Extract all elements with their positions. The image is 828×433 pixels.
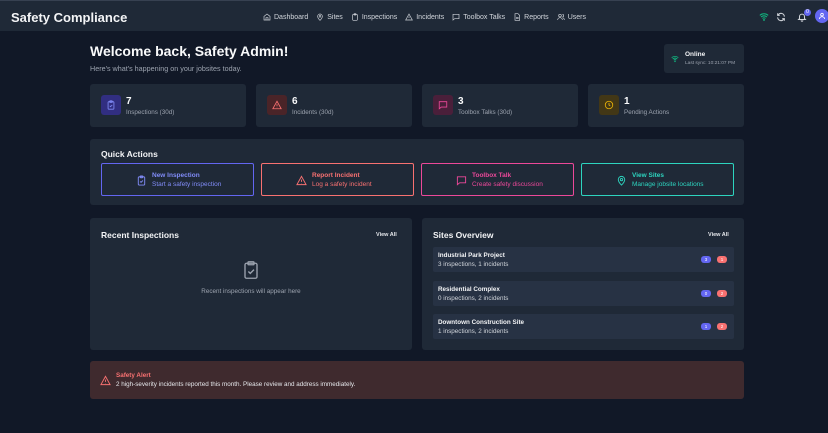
message-square-icon [438,101,448,110]
status-label: Online [685,51,706,58]
inspections-count-badge: 3 [701,256,711,263]
stat-icon-bg [433,95,453,115]
view-all-sites-link[interactable]: View All [708,232,729,238]
app-title[interactable]: Safety Compliance [11,10,127,25]
alert-title: Safety Alert [116,372,151,379]
message-square-icon [456,176,467,186]
action-subtitle: Manage jobsite locations [632,181,704,188]
notification-badge: 0 [804,9,811,16]
site-meta: 1 inspections, 2 incidents [438,328,509,335]
stat-icon-bg [599,95,619,115]
nav-inspections[interactable]: Inspections [351,10,397,24]
section-title: Recent Inspections [101,230,179,240]
stat-label: Incidents (30d) [292,109,334,116]
connection-status-card: Online Last sync: 10:21:07 PM [664,44,744,73]
nav-sites[interactable]: Sites [316,10,343,24]
toolbox-talk-button[interactable]: Toolbox Talk Create safety discussion [421,163,574,196]
stat-value: 3 [458,96,464,107]
site-meta: 0 inspections, 2 incidents [438,295,509,302]
stat-card-pending-actions: 1 Pending Actions [588,84,744,127]
file-text-icon [514,13,521,21]
nav-reports[interactable]: Reports [513,10,549,24]
site-meta: 3 inspections, 1 incidents [438,261,509,268]
stat-label: Inspections (30d) [126,109,175,116]
nav-incidents[interactable]: Incidents [405,10,444,24]
stat-value: 1 [624,96,630,107]
action-subtitle: Create safety discussion [472,181,543,188]
nav-label: Incidents [416,13,445,21]
stat-label: Pending Actions [624,109,670,116]
refresh-icon[interactable] [776,12,786,22]
view-all-inspections-link[interactable]: View All [376,232,397,238]
users-icon [557,14,565,21]
nav-label: Users [567,13,586,21]
stat-value: 6 [292,96,298,107]
alert-message: 2 high-severity incidents reported this … [116,381,356,388]
nav-label: Reports [524,13,549,21]
recent-inspections-panel: Recent Inspections View All [90,218,412,350]
clipboard-check-icon [244,261,258,279]
site-row[interactable]: Downtown Construction Site 1 inspections… [433,314,734,339]
user-icon [818,12,826,20]
incidents-count-badge: 1 [717,256,727,263]
nav-users[interactable]: Users [557,10,586,24]
inspections-count-badge: 1 [701,323,711,330]
top-navbar: Safety Compliance Dashboard Sites Inspec… [0,0,828,31]
section-title: Quick Actions [101,149,158,159]
view-sites-button[interactable]: View Sites Manage jobsite locations [581,163,734,196]
nav-toolbox-talks[interactable]: Toolbox Talks [452,10,505,24]
stat-value: 7 [126,96,132,107]
section-title: Sites Overview [433,230,494,240]
new-inspection-button[interactable]: New Inspection Start a safety inspection [101,163,254,196]
message-square-icon [452,14,460,21]
site-name: Downtown Construction Site [438,319,525,326]
alert-triangle-icon [296,175,307,186]
action-title: New Inspection [152,172,200,179]
stat-icon-bg [267,95,287,115]
page-title: Welcome back, Safety Admin! [90,43,289,59]
incidents-count-badge: 2 [717,290,727,297]
stat-card-toolbox-talks: 3 Toolbox Talks (30d) [422,84,578,127]
stat-card-inspections: 7 Inspections (30d) [90,84,246,127]
wifi-icon [759,13,769,21]
action-title: Report Incident [312,172,360,179]
clipboard-check-icon [137,175,146,186]
stat-card-incidents: 6 Incidents (30d) [256,84,412,127]
stat-icon-bg [101,95,121,115]
nav-dashboard[interactable]: Dashboard [263,10,308,24]
clipboard-icon [352,13,358,21]
action-subtitle: Start a safety inspection [152,181,222,188]
main-nav: Dashboard Sites Inspections Incidents To… [263,10,594,24]
home-icon [263,13,271,21]
user-avatar[interactable] [815,9,828,23]
site-name: Residential Complex [438,286,500,293]
safety-alert-banner: Safety Alert 2 high-severity incidents r… [90,361,744,399]
page-subtitle: Here's what's happening on your jobsites… [90,64,242,73]
clipboard-check-icon [107,100,115,110]
nav-label: Inspections [361,13,398,21]
map-pin-icon [617,175,626,186]
incidents-count-badge: 2 [717,323,727,330]
clock-icon [604,100,614,110]
nav-label: Toolbox Talks [463,13,506,21]
stat-label: Toolbox Talks (30d) [458,109,513,116]
report-incident-button[interactable]: Report Incident Log a safety incident [261,163,414,196]
site-name: Industrial Park Project [438,252,505,259]
map-pin-icon [317,13,323,21]
site-row[interactable]: Residential Complex 0 inspections, 2 inc… [433,281,734,306]
wifi-icon [671,55,679,63]
action-subtitle: Log a safety incident [312,181,372,188]
empty-state-text: Recent inspections will appear here [201,288,301,295]
site-row[interactable]: Industrial Park Project 3 inspections, 1… [433,247,734,272]
action-title: View Sites [632,172,665,179]
alert-triangle-icon [272,100,282,110]
inspections-count-badge: 0 [701,290,711,297]
nav-label: Dashboard [274,13,309,21]
nav-label: Sites [327,13,343,21]
alert-triangle-icon [405,13,414,21]
action-title: Toolbox Talk [472,172,512,179]
last-sync: Last sync: 10:21:07 PM [685,61,736,66]
alert-triangle-icon [100,375,111,386]
